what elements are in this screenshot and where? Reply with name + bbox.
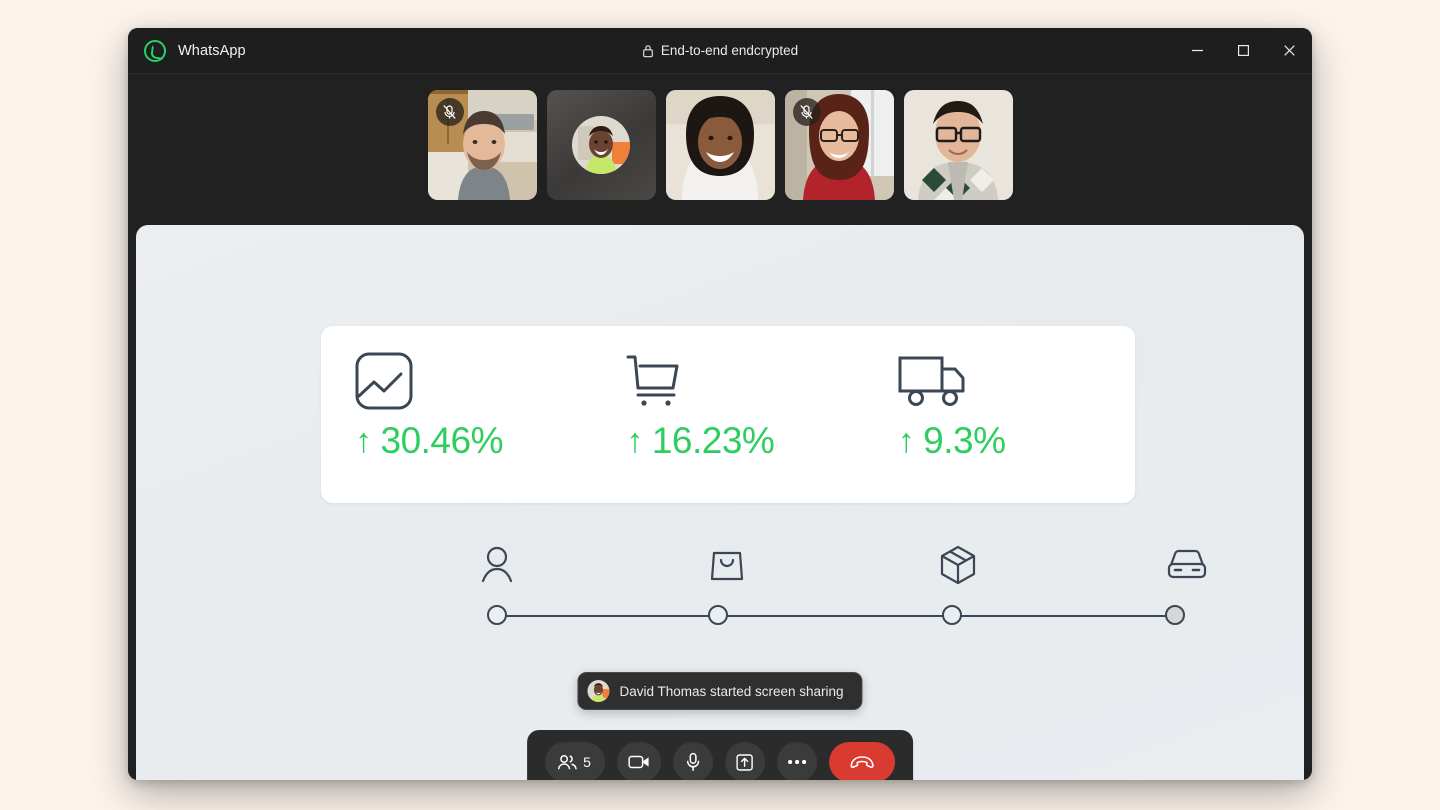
- participant-tile-p1[interactable]: [427, 90, 537, 200]
- video-camera-icon: [628, 755, 649, 769]
- whatsapp-window: WhatsApp End-to-end endcrypted ↑ 30.46% …: [128, 28, 1312, 780]
- avatar: [572, 116, 630, 174]
- participant-video-p5: [903, 90, 1013, 200]
- participant-tile-p5[interactable]: [903, 90, 1013, 200]
- stepper-icon-row: [481, 545, 1207, 591]
- stepper-node-4[interactable]: [1165, 605, 1185, 625]
- stat-card-delivery: ↑ 9.3%: [864, 326, 1135, 503]
- participant-tile-p3[interactable]: [665, 90, 775, 200]
- share-screen-button[interactable]: [724, 742, 765, 780]
- person-icon: [481, 545, 513, 588]
- microphone-icon: [686, 752, 700, 771]
- mic-off-icon: [792, 98, 821, 126]
- participant-thumbnail-strip: [128, 74, 1312, 216]
- user-avatar: [572, 116, 630, 174]
- stat-value-wrap: ↑ 16.23%: [626, 420, 863, 462]
- call-control-bar: 5: [527, 730, 913, 780]
- stepper-node-1[interactable]: [487, 605, 507, 625]
- more-dots-icon: [788, 760, 806, 764]
- end-call-icon: [850, 756, 874, 769]
- stats-card: ↑ 30.46% ↑ 16.23% ↑ 9.3%: [321, 326, 1135, 503]
- car-icon: [1167, 545, 1207, 586]
- trend-up-arrow-icon: ↑: [897, 422, 915, 460]
- encryption-label: End-to-end endcrypted: [660, 43, 799, 58]
- package-box-icon: [939, 545, 977, 590]
- order-progress-stepper: [481, 545, 1207, 635]
- trend-up-arrow-icon: ↑: [355, 422, 372, 460]
- participant-tile-p2[interactable]: [546, 90, 656, 200]
- image-chart-icon: [355, 352, 592, 414]
- delivery-truck-icon: [898, 352, 1135, 414]
- stat-card-cart: ↑ 16.23%: [592, 326, 863, 503]
- toast-message: David Thomas started screen sharing: [619, 683, 844, 699]
- participant-video-p3: [665, 90, 775, 200]
- participant-tile-p4[interactable]: [784, 90, 894, 200]
- shopping-bag-icon: [710, 545, 744, 588]
- mic-off-icon: [435, 98, 464, 126]
- close-icon[interactable]: [1266, 28, 1312, 74]
- stat-value-wrap: ↑ 30.46%: [355, 420, 592, 462]
- stat-value-wrap: ↑ 9.3%: [898, 420, 1135, 462]
- app-name: WhatsApp: [178, 42, 246, 59]
- end-call-button[interactable]: [828, 742, 895, 780]
- stepper-track: [497, 615, 1175, 617]
- shared-screen-stage: ↑ 30.46% ↑ 16.23% ↑ 9.3% David Thomas st…: [136, 225, 1304, 780]
- whatsapp-logo-icon: [144, 39, 166, 62]
- stepper-node-2[interactable]: [708, 605, 729, 625]
- maximize-icon[interactable]: [1220, 28, 1266, 74]
- trend-up-arrow-icon: ↑: [626, 422, 643, 460]
- stat-value: 30.46%: [380, 420, 504, 461]
- stat-value: 16.23%: [651, 420, 775, 461]
- encryption-indicator: End-to-end endcrypted: [128, 43, 1312, 58]
- participants-button[interactable]: 5: [545, 742, 605, 780]
- microphone-button[interactable]: [672, 742, 713, 780]
- screen-share-toast: David Thomas started screen sharing: [577, 672, 863, 710]
- stat-value: 9.3%: [923, 420, 1006, 461]
- titlebar: WhatsApp End-to-end endcrypted: [128, 28, 1312, 74]
- toast-avatar: [587, 680, 610, 702]
- titlebar-brand: WhatsApp: [128, 39, 246, 62]
- stat-card-revenue: ↑ 30.46%: [321, 326, 592, 503]
- camera-button[interactable]: [616, 742, 661, 780]
- minimize-icon[interactable]: [1174, 28, 1220, 74]
- people-icon: [557, 755, 577, 770]
- more-options-button[interactable]: [776, 742, 817, 780]
- share-screen-icon: [736, 753, 754, 771]
- user-avatar: [587, 680, 610, 702]
- participant-count: 5: [583, 754, 591, 770]
- shopping-cart-icon: [626, 352, 863, 414]
- lock-icon: [642, 44, 653, 57]
- stepper-node-3[interactable]: [942, 605, 963, 625]
- window-controls: [1174, 28, 1312, 73]
